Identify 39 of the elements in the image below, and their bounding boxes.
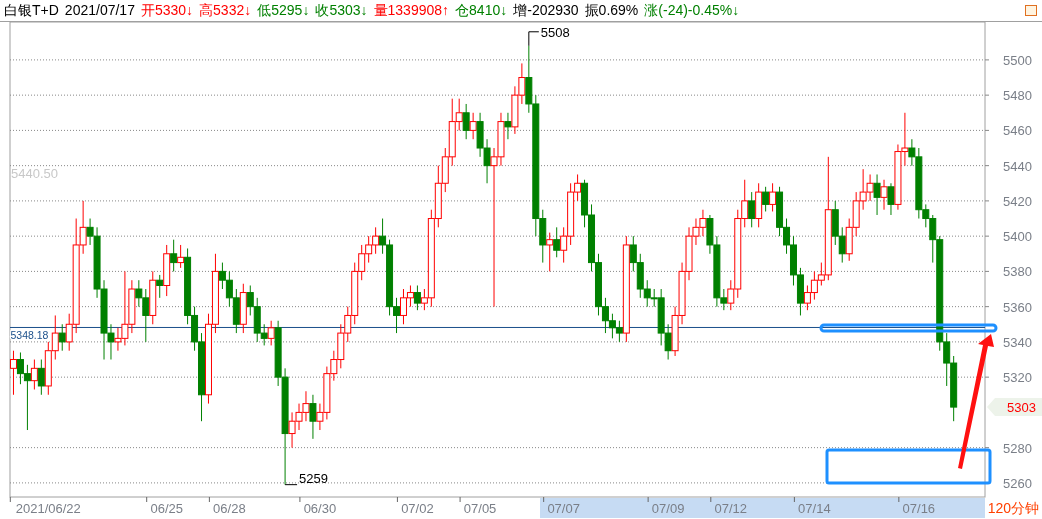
- price-tick-label: 5320: [1003, 370, 1032, 386]
- date-tick-label: 07/16: [902, 501, 936, 516]
- date-tick-label: 06/25: [150, 501, 183, 516]
- price-tick-label: 5460: [1003, 123, 1032, 139]
- quote-field: 增-202930: [513, 0, 579, 21]
- quote-field: 量1339908↑: [373, 0, 450, 21]
- price-tick-label: 5480: [1003, 88, 1032, 104]
- price-tick-label: 5360: [1003, 299, 1032, 315]
- last-price-label: 5303: [1007, 400, 1036, 416]
- price-level-label: 5348.18: [10, 329, 49, 342]
- price-tick-label: 5380: [1003, 264, 1032, 280]
- quote-field: 仓8410↓: [455, 0, 508, 21]
- date-tick-label: 07/05: [463, 501, 497, 516]
- quote-field: 开5330↓: [140, 0, 194, 21]
- date-tick-label: 06/30: [303, 501, 337, 516]
- high-price-label: 5508: [540, 24, 570, 40]
- quote-field: 涨(-24)-0.45%↓: [644, 0, 740, 21]
- price-tick-label: 5280: [1003, 440, 1032, 456]
- price-tick-label: 5420: [1003, 193, 1032, 209]
- price-tick-label: 5340: [1003, 334, 1032, 350]
- date-tick-label: 06/28: [213, 501, 246, 516]
- date-tick-label: 07/12: [714, 501, 748, 516]
- date-text: 2021/07/17: [64, 1, 135, 20]
- price-tick-label: 5440: [1003, 158, 1032, 174]
- date-tick-label: 07/09: [651, 501, 685, 516]
- period-label: 120分钟: [986, 498, 1040, 518]
- date-tick-label: 07/07: [547, 501, 580, 516]
- price-tick-label: 5500: [1003, 52, 1032, 68]
- symbol-name: 白银T+D: [4, 1, 59, 20]
- date-tick-label: 2021/06/22: [15, 501, 81, 516]
- quote-field: 高5332↓: [199, 0, 252, 21]
- price-tick-label: 5400: [1003, 229, 1032, 245]
- quote-field: 低5295↓: [257, 0, 310, 21]
- quote-field: 振0.69%: [584, 0, 639, 21]
- date-tick-label: 07/02: [401, 501, 434, 516]
- price-tick-label: 5260: [1003, 475, 1032, 491]
- date-tick-label: 07/14: [798, 501, 831, 516]
- quote-field: 收5303↓: [315, 0, 368, 21]
- low-price-label: 5259: [299, 470, 328, 486]
